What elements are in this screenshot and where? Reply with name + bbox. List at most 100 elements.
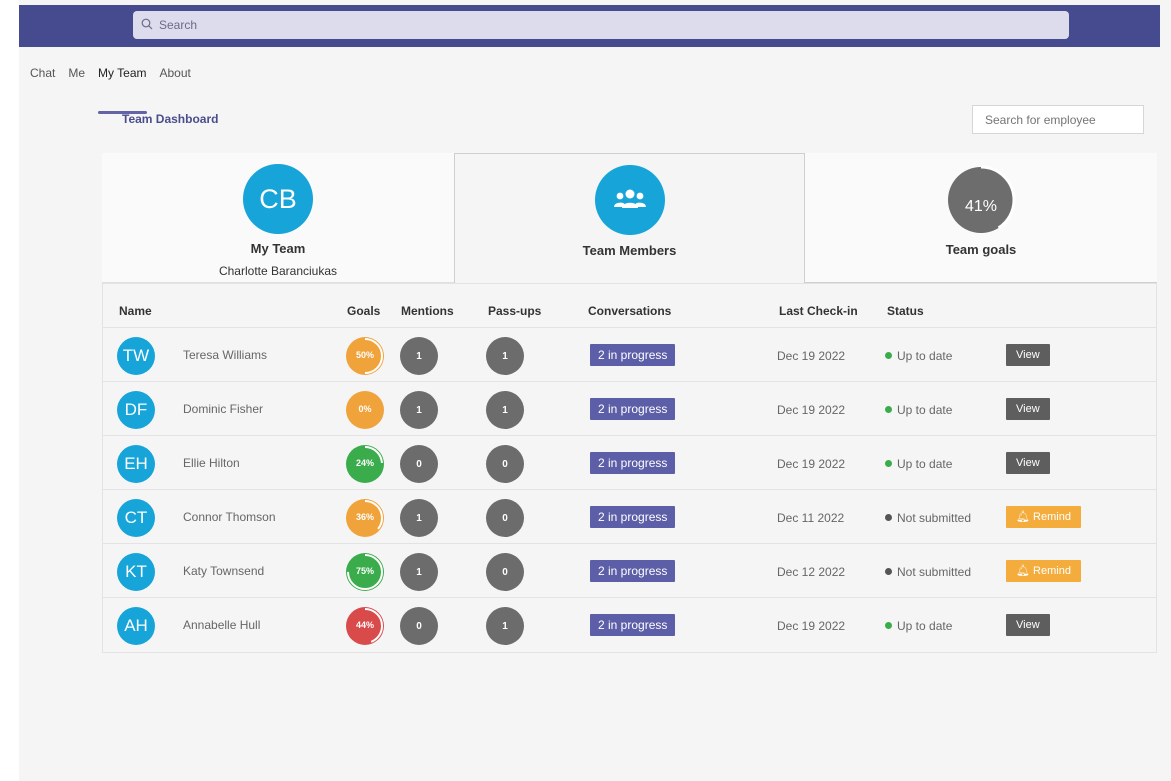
mentions-count[interactable]: 0 [400, 445, 438, 483]
team-goals-progress: 41% [945, 164, 1017, 236]
status-dot-icon [885, 352, 892, 359]
goal-progress: 75% [345, 552, 385, 592]
member-name[interactable]: Dominic Fisher [183, 402, 263, 416]
conversations-badge[interactable]: 2 in progress [590, 344, 676, 366]
passups-count[interactable]: 0 [486, 499, 524, 537]
passups-count[interactable]: 0 [486, 445, 524, 483]
status-dot-icon [885, 622, 892, 629]
avatar: EH [117, 445, 155, 483]
status-text: Up to date [897, 349, 953, 363]
status-badge: Not submitted [885, 565, 971, 579]
goal-progress: 0% [345, 390, 385, 430]
tab-about[interactable]: About [160, 62, 191, 100]
mentions-count[interactable]: 1 [400, 553, 438, 591]
last-checkin: Dec 19 2022 [777, 349, 846, 363]
conversations-badge[interactable]: 2 in progress [590, 452, 676, 474]
conversations-badge[interactable]: 2 in progress [590, 398, 676, 420]
table-row: EH Ellie Hilton 24% 0 0 2 in progress De… [103, 435, 1156, 489]
member-name[interactable]: Ellie Hilton [183, 456, 240, 470]
team-goals-card[interactable]: 41% Team goals [805, 153, 1157, 283]
goal-percent: 50% [355, 350, 374, 360]
global-search-placeholder: Search [159, 18, 198, 32]
app-tabs: Chat Me My Team About [30, 62, 204, 114]
mentions-count[interactable]: 1 [400, 499, 438, 537]
status-badge: Up to date [885, 403, 952, 417]
avatar: AH [117, 607, 155, 645]
goal-percent: 75% [355, 566, 374, 576]
status-dot-icon [885, 460, 892, 467]
status-text: Not submitted [897, 565, 972, 579]
passups-count[interactable]: 1 [486, 391, 524, 429]
member-name[interactable]: Katy Townsend [183, 564, 264, 578]
mentions-count[interactable]: 0 [400, 607, 438, 645]
my-team-title: My Team [250, 241, 306, 256]
goal-progress: 24% [345, 444, 385, 484]
view-button[interactable]: View [1006, 614, 1050, 636]
my-team-card[interactable]: CB My Team Charlotte Baranciukas [102, 153, 454, 283]
left-rail [0, 0, 19, 781]
last-checkin: Dec 19 2022 [777, 619, 846, 633]
app-frame: Search Chat Me My Team About Team Dashbo… [0, 0, 1171, 781]
status-text: Up to date [897, 457, 953, 471]
avatar: CT [117, 499, 155, 537]
table-row: TW Teresa Williams 50% 1 1 2 in progress… [103, 327, 1156, 381]
remind-label: Remind [1033, 511, 1071, 523]
avatar: CB [243, 164, 313, 234]
mentions-count[interactable]: 1 [400, 337, 438, 375]
remind-button[interactable]: 🔔︎ Remind [1006, 506, 1081, 528]
conversations-badge[interactable]: 2 in progress [590, 614, 676, 636]
header-conversations[interactable]: Conversations [588, 304, 671, 318]
manager-name: Charlotte Baranciukas [218, 264, 338, 278]
conversations-badge[interactable]: 2 in progress [590, 506, 676, 528]
header-mentions[interactable]: Mentions [401, 304, 454, 318]
status-dot-icon [885, 406, 892, 413]
search-icon [141, 18, 155, 33]
team-members-card[interactable]: Team Members [454, 153, 805, 283]
member-name[interactable]: Connor Thomson [183, 510, 276, 524]
goal-percent: 0% [358, 404, 372, 414]
status-badge: Up to date [885, 619, 952, 633]
mentions-count[interactable]: 1 [400, 391, 438, 429]
tab-my-team[interactable]: My Team [98, 62, 147, 114]
passups-count[interactable]: 1 [486, 607, 524, 645]
employee-search-input[interactable] [972, 105, 1144, 134]
team-dashboard: Team Dashboard CB My Team Charlotte Bara… [102, 100, 1157, 660]
goal-percent: 44% [355, 620, 374, 630]
header-status[interactable]: Status [887, 304, 924, 318]
tab-me[interactable]: Me [68, 62, 85, 100]
view-button[interactable]: View [1006, 452, 1050, 474]
last-checkin: Dec 19 2022 [777, 457, 846, 471]
status-text: Up to date [897, 619, 953, 633]
goal-percent: 24% [355, 458, 374, 468]
conversations-badge[interactable]: 2 in progress [590, 560, 676, 582]
header-passups[interactable]: Pass-ups [488, 304, 541, 318]
top-bar: Search [19, 5, 1160, 47]
team-members-table: Name Goals Mentions Pass-ups Conversatio… [102, 283, 1157, 653]
header-name[interactable]: Name [119, 304, 152, 318]
member-name[interactable]: Teresa Williams [183, 348, 267, 362]
bell-icon: 🔔︎ [1016, 511, 1034, 523]
status-text: Up to date [897, 403, 953, 417]
tab-chat[interactable]: Chat [30, 62, 55, 100]
team-goals-title: Team goals [945, 242, 1017, 257]
passups-count[interactable]: 0 [486, 553, 524, 591]
passups-count[interactable]: 1 [486, 337, 524, 375]
header-checkin[interactable]: Last Check-in [779, 304, 858, 318]
table-header: Name Goals Mentions Pass-ups Conversatio… [103, 284, 1156, 327]
team-members-title: Team Members [582, 243, 677, 258]
goal-progress: 44% [345, 606, 385, 646]
header-goals[interactable]: Goals [347, 304, 380, 318]
view-button[interactable]: View [1006, 344, 1050, 366]
team-goals-percent: 41% [964, 198, 998, 215]
table-row: DF Dominic Fisher 0% 1 1 2 in progress D… [103, 381, 1156, 435]
bell-icon: 🔔︎ [1016, 565, 1034, 577]
global-search-input[interactable]: Search [133, 11, 1069, 39]
goal-progress: 36% [345, 498, 385, 538]
remind-button[interactable]: 🔔︎ Remind [1006, 560, 1081, 582]
remind-label: Remind [1033, 565, 1071, 577]
view-button[interactable]: View [1006, 398, 1050, 420]
status-badge: Up to date [885, 349, 952, 363]
avatar: KT [117, 553, 155, 591]
member-name[interactable]: Annabelle Hull [183, 618, 260, 632]
page-title[interactable]: Team Dashboard [122, 112, 218, 126]
